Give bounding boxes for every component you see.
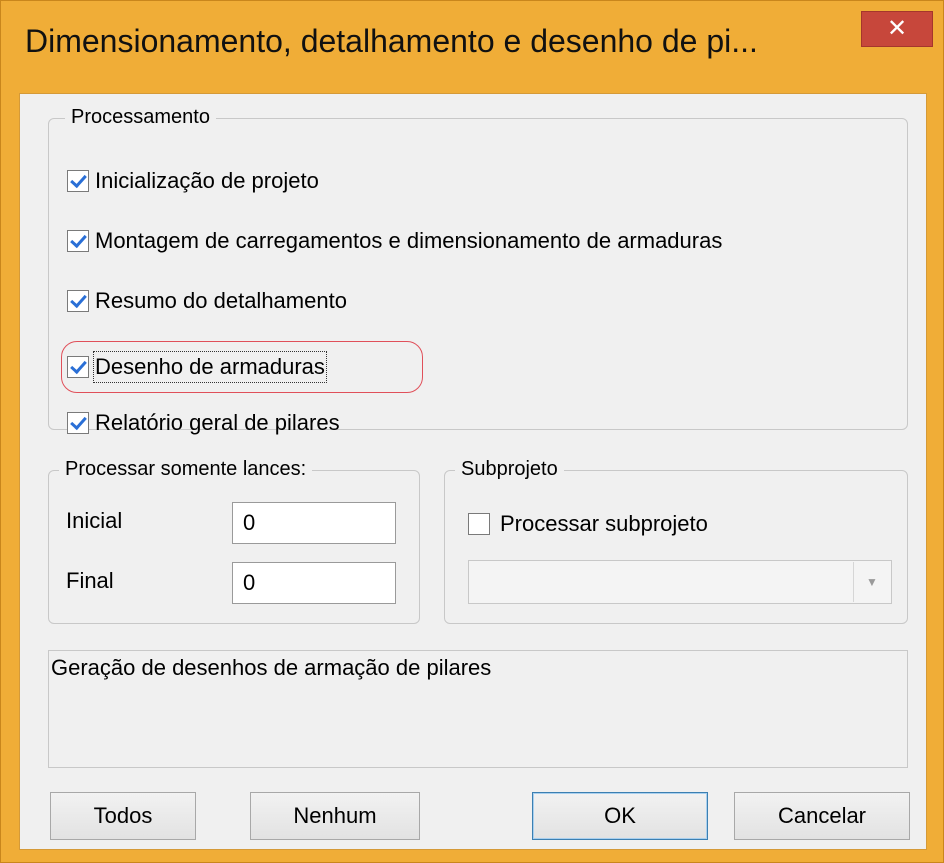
cancel-button-label: Cancelar [777, 803, 867, 828]
title-bar[interactable]: Dimensionamento, detalhamento e desenho … [1, 1, 944, 93]
checkbox-box[interactable] [468, 513, 490, 535]
chevron-down-icon[interactable]: ▼ [853, 562, 890, 602]
checkbox-reinforcement-drawing[interactable]: Desenho de armaduras [67, 351, 327, 383]
final-label: Final [66, 568, 114, 593]
checkbox-label: Relatório geral de pilares [95, 410, 340, 435]
checkbox-project-initialization[interactable]: Inicialização de projeto [67, 167, 319, 195]
window-title: Dimensionamento, detalhamento e desenho … [25, 23, 758, 59]
description-text: Geração de desenhos de armação de pilare… [51, 655, 492, 680]
dialog-client-area: Processamento Inicialização de projeto M… [19, 93, 927, 850]
final-lance-input[interactable]: 0 [232, 562, 396, 604]
close-button[interactable]: ✕ [861, 11, 933, 47]
checkbox-label: Inicialização de projeto [95, 168, 319, 193]
checkbox-label: Resumo do detalhamento [95, 288, 347, 313]
processing-group-title: Processamento [65, 105, 216, 129]
checkbox-general-report[interactable]: Relatório geral de pilares [67, 409, 340, 437]
lances-group-title: Processar somente lances: [59, 457, 313, 481]
checkbox-box[interactable] [67, 356, 89, 378]
checkbox-box[interactable] [67, 170, 89, 192]
processing-group: Processamento Inicialização de projeto M… [48, 105, 908, 435]
select-all-button[interactable]: Todos [50, 792, 196, 840]
subproject-dropdown[interactable]: ▼ [468, 560, 892, 604]
checkbox-detailing-summary[interactable]: Resumo do detalhamento [67, 287, 347, 315]
checkbox-box[interactable] [67, 412, 89, 434]
cancel-button[interactable]: Cancelar [734, 792, 910, 840]
initial-lance-input[interactable]: 0 [232, 502, 396, 544]
dialog-window: Dimensionamento, detalhamento e desenho … [0, 0, 944, 863]
close-icon: ✕ [886, 14, 908, 42]
checkbox-label: Montagem de carregamentos e dimensioname… [95, 228, 723, 253]
description-panel: Geração de desenhos de armação de pilare… [48, 650, 908, 768]
checkbox-load-assembly[interactable]: Montagem de carregamentos e dimensioname… [67, 227, 722, 255]
initial-label: Inicial [66, 508, 123, 533]
checkbox-process-subproject[interactable]: Processar subprojeto [468, 510, 708, 538]
select-none-button-label: Nenhum [293, 803, 377, 828]
checkbox-box[interactable] [67, 230, 89, 252]
select-none-button[interactable]: Nenhum [250, 792, 420, 840]
checkbox-label: Processar subprojeto [500, 511, 708, 536]
checkbox-box[interactable] [67, 290, 89, 312]
ok-button-label: OK [604, 803, 636, 828]
checkbox-label: Desenho de armaduras [93, 351, 327, 383]
subproject-group-title: Subprojeto [455, 457, 564, 481]
select-all-button-label: Todos [93, 803, 153, 828]
ok-button[interactable]: OK [532, 792, 708, 840]
